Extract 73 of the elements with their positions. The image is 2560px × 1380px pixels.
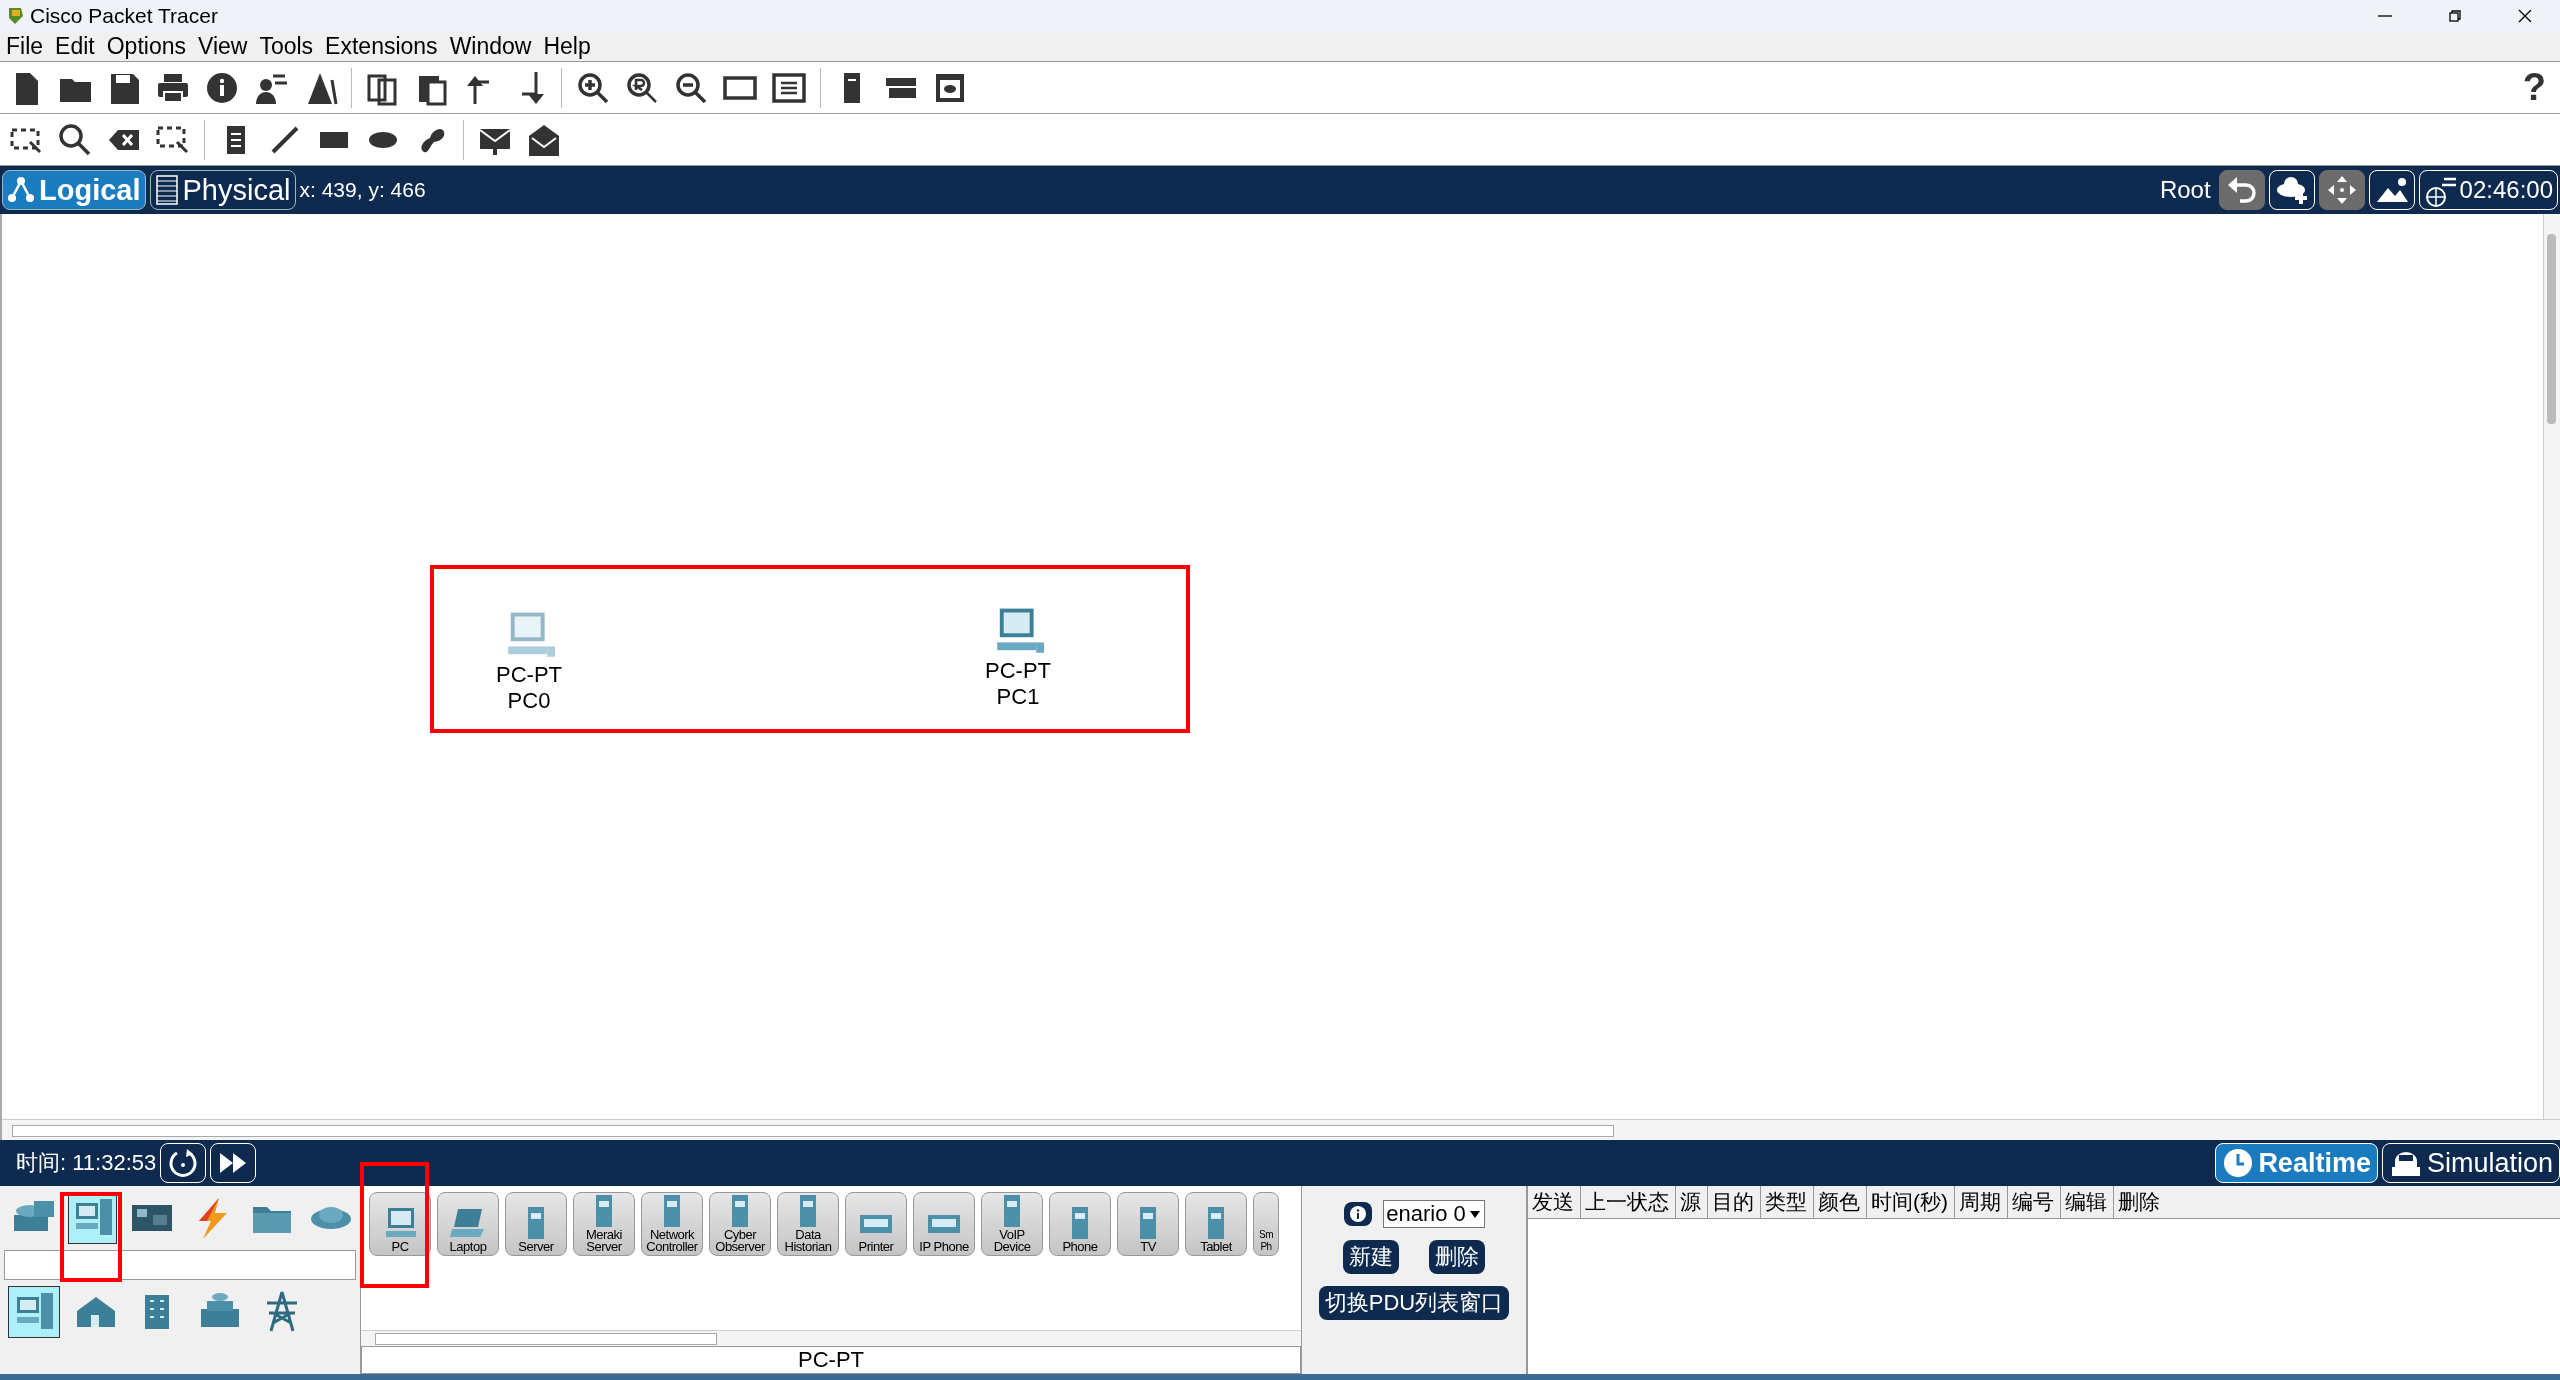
column-header[interactable]: 上一状态 bbox=[1581, 1186, 1676, 1218]
device-button[interactable]: Cyber Observer bbox=[709, 1192, 771, 1256]
category-field[interactable] bbox=[4, 1250, 356, 1280]
fast-forward-button[interactable] bbox=[210, 1143, 257, 1183]
cursor-coordinates: x: 439, y: 466 bbox=[299, 178, 426, 202]
column-header[interactable]: 颜色 bbox=[1814, 1186, 1867, 1218]
power-cycle-button[interactable] bbox=[160, 1143, 207, 1183]
mode-tab[interactable]: Simulation bbox=[2381, 1143, 2560, 1183]
minimize-icon bbox=[2378, 15, 2392, 17]
device-button[interactable]: TV bbox=[1117, 1192, 1179, 1256]
device-model: PC-PT bbox=[985, 658, 1051, 684]
scrollbar[interactable] bbox=[2543, 214, 2560, 1120]
device-button[interactable]: Sm Ph bbox=[1253, 1192, 1279, 1256]
device-button[interactable]: Printer bbox=[845, 1192, 907, 1256]
new-cluster-button[interactable] bbox=[2268, 170, 2315, 210]
device-name: PC0 bbox=[507, 688, 551, 714]
help-button[interactable]: ? bbox=[2522, 66, 2546, 109]
mode-tab[interactable]: Realtime bbox=[2215, 1143, 2378, 1183]
device-button[interactable]: Laptop bbox=[437, 1192, 499, 1256]
workspace-tab[interactable]: Logical bbox=[2, 170, 146, 210]
menu-item[interactable]: Extensions bbox=[325, 33, 438, 60]
cloud-plus-icon bbox=[2274, 174, 2309, 206]
back-button[interactable] bbox=[2218, 170, 2265, 210]
restore-icon bbox=[2447, 8, 2463, 24]
column-header[interactable]: 目的 bbox=[1708, 1186, 1761, 1218]
device-button[interactable]: Meraki Server bbox=[573, 1192, 635, 1256]
menu-item[interactable]: View bbox=[197, 33, 248, 60]
menu-item[interactable]: Options bbox=[106, 33, 186, 60]
device-button[interactable]: IP Phone bbox=[913, 1192, 975, 1256]
toggle-pdu-list-button[interactable]: 切换PDU列表窗口 bbox=[1318, 1286, 1510, 1320]
device-model-label: PC-PT bbox=[361, 1346, 1301, 1374]
column-header[interactable]: 编号 bbox=[2008, 1186, 2061, 1218]
simulation-time: 时间: 11:32:53 bbox=[16, 1149, 157, 1177]
device-button[interactable]: Network Controller bbox=[641, 1192, 703, 1256]
app-icon bbox=[6, 6, 26, 26]
column-header[interactable]: 类型 bbox=[1761, 1186, 1814, 1218]
background-image-button[interactable] bbox=[2368, 170, 2415, 210]
menu-item[interactable]: Help bbox=[543, 33, 591, 60]
menu-item[interactable]: Edit bbox=[55, 33, 95, 60]
device-button[interactable]: Tablet bbox=[1185, 1192, 1247, 1256]
topology-icon bbox=[7, 176, 35, 204]
clock-icon bbox=[2222, 1147, 2255, 1179]
device-button[interactable]: Server bbox=[505, 1192, 567, 1256]
scenario-button[interactable]: 新建 bbox=[1343, 1240, 1399, 1274]
move-button[interactable] bbox=[2318, 170, 2365, 210]
column-header[interactable]: 发送 bbox=[1528, 1186, 1581, 1218]
device-button[interactable]: Data Historian bbox=[777, 1192, 839, 1256]
device-button[interactable]: Phone bbox=[1049, 1192, 1111, 1256]
column-header[interactable]: 源 bbox=[1676, 1186, 1708, 1218]
scenario-dropdown[interactable]: enario 0 bbox=[1383, 1200, 1485, 1228]
column-header[interactable]: 时间(秒) bbox=[1867, 1186, 1955, 1218]
subcategory-button[interactable] bbox=[8, 1286, 60, 1338]
menu-item[interactable]: Tools bbox=[259, 33, 314, 60]
rack-icon bbox=[154, 174, 179, 206]
device-name: PC1 bbox=[996, 684, 1040, 710]
search-icon[interactable] bbox=[57, 121, 93, 158]
mountain-icon bbox=[2374, 176, 2409, 204]
window-title: Cisco Packet Tracer bbox=[30, 4, 219, 28]
device-model: PC-PT bbox=[496, 662, 562, 688]
column-header[interactable]: 周期 bbox=[1955, 1186, 2008, 1218]
scenario-button[interactable]: 删除 bbox=[1429, 1240, 1485, 1274]
info-icon[interactable] bbox=[1343, 1201, 1374, 1227]
workspace-tab[interactable]: Physical bbox=[149, 170, 296, 210]
viewport-button[interactable]: 02:46:00 bbox=[2418, 170, 2558, 210]
scrollbar[interactable] bbox=[2, 1119, 2560, 1140]
root-label: Root bbox=[2159, 176, 2211, 204]
close-icon bbox=[2517, 8, 2533, 24]
menu-item[interactable]: File bbox=[6, 33, 44, 60]
device-button[interactable]: PC bbox=[369, 1192, 431, 1256]
device-button[interactable]: VoIP Device bbox=[981, 1192, 1043, 1256]
menu-item[interactable]: Window bbox=[449, 33, 532, 60]
column-header[interactable]: 编辑 bbox=[2061, 1186, 2114, 1218]
column-header[interactable]: 删除 bbox=[2114, 1186, 2560, 1218]
